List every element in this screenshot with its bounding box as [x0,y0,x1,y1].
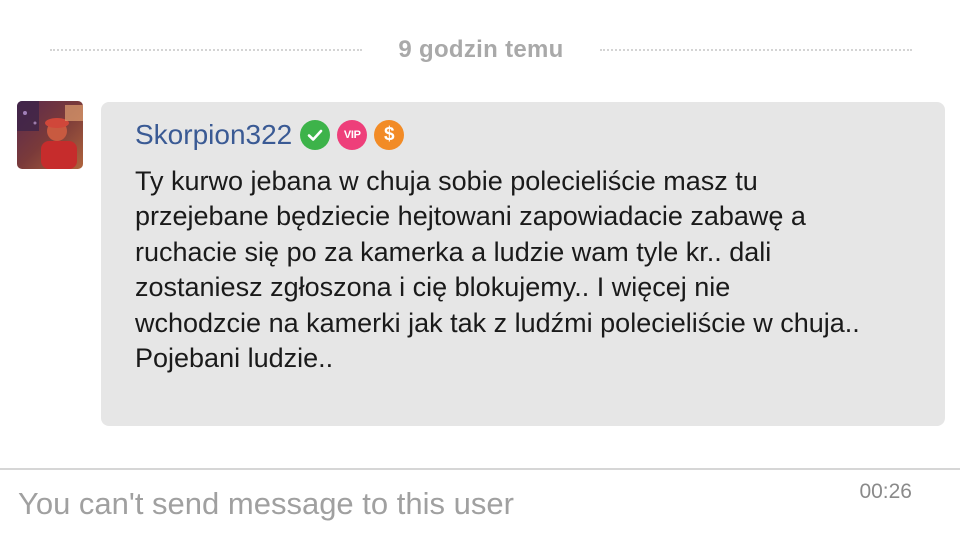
divider-line-left [50,49,362,51]
check-circle-icon [307,129,323,141]
chat-screen: 9 godzin temu 00:26 Skorpion322 VIP $ Ty… [0,0,960,540]
time-divider-label: 9 godzin temu [398,36,564,63]
coin-badge: $ [374,120,405,150]
verified-badge [300,120,331,150]
sender-name[interactable]: Skorpion322 [135,117,292,153]
message-text: Ty kurwo jebana w chuja sobie polecieliś… [135,166,860,374]
message-input[interactable] [18,484,938,524]
vip-badge: VIP [337,120,368,150]
sender-row: Skorpion322 VIP $ [135,117,411,153]
sender-avatar[interactable] [17,101,83,169]
message-input-bar [0,470,960,540]
divider-line-right [600,49,912,51]
avatar-image [17,101,83,169]
time-divider: 9 godzin temu [50,30,912,70]
